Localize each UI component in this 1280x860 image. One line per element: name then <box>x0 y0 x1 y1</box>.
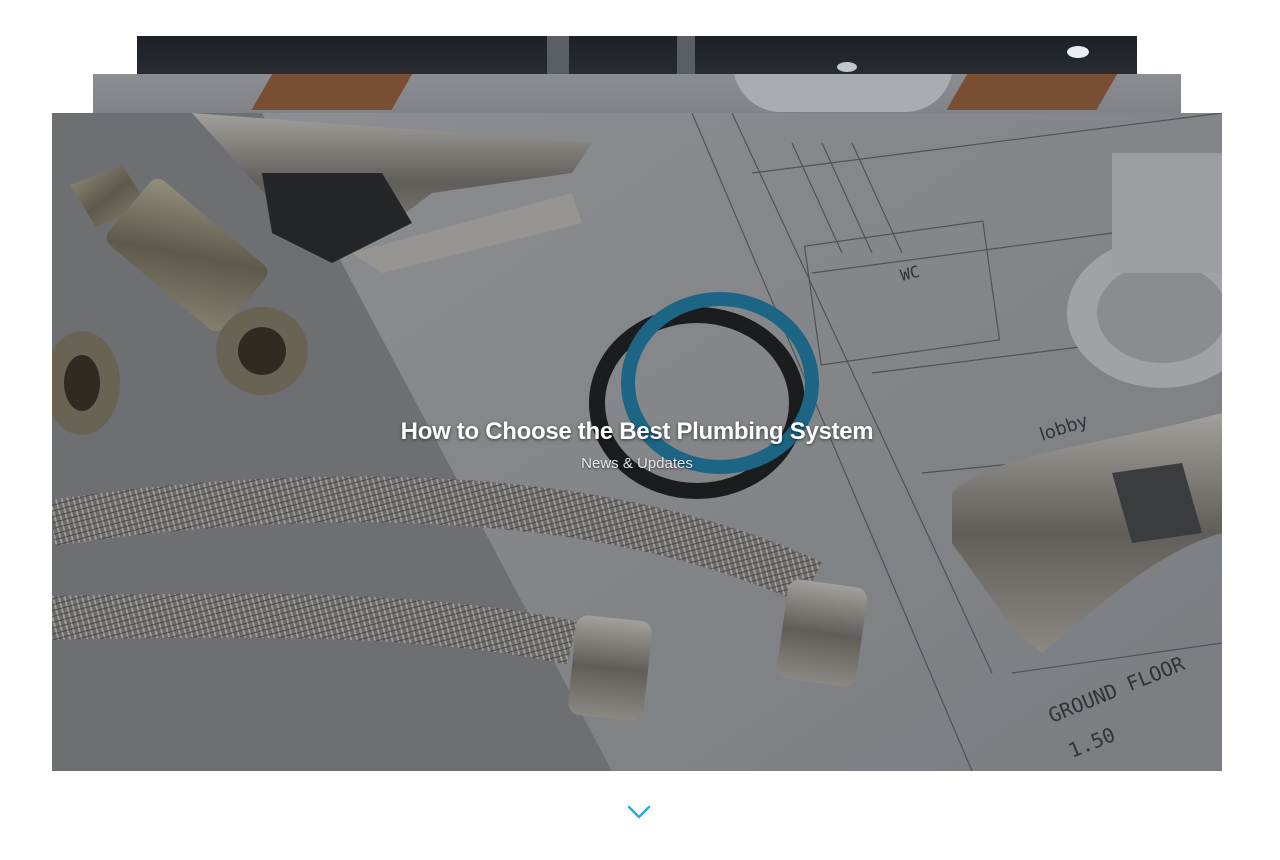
active-slide[interactable]: WC lobby GROUND FLOOR 1.50 How to Choose… <box>52 113 1222 771</box>
slide-category-link[interactable]: News & Updates <box>581 455 693 472</box>
slide-caption: How to Choose the Best Plumbing System N… <box>52 418 1222 473</box>
wooden-handle <box>946 74 1120 110</box>
scroll-down-button[interactable] <box>626 802 652 822</box>
pipe-cap <box>733 74 953 112</box>
slide-title-link[interactable]: How to Choose the Best Plumbing System <box>52 418 1222 446</box>
post-slider: WC lobby GROUND FLOOR 1.50 How to Choose… <box>0 0 1280 860</box>
ceiling-light <box>837 62 857 72</box>
ceiling-light <box>1067 46 1089 58</box>
ceiling-beam <box>547 36 569 76</box>
chevron-down-icon <box>627 805 651 819</box>
wooden-handle <box>251 74 415 110</box>
ceiling-beam <box>677 36 695 76</box>
